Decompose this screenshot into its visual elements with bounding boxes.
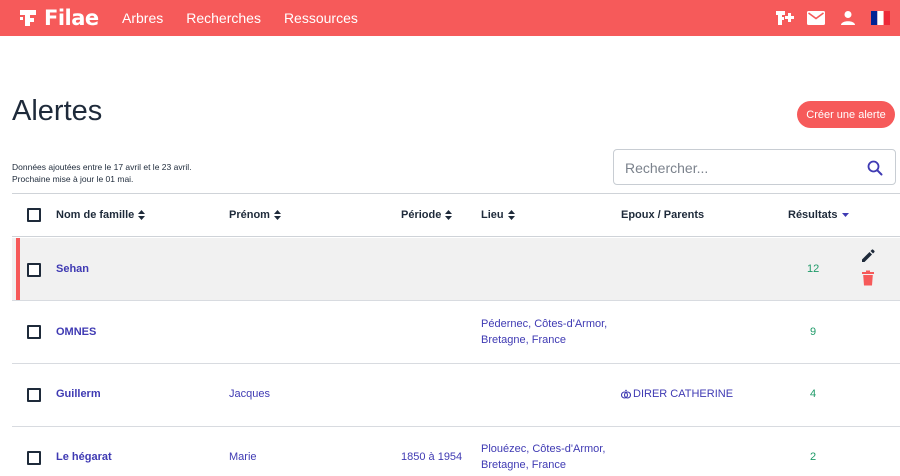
row-checkbox[interactable]	[27, 263, 41, 277]
trash-icon[interactable]	[861, 270, 875, 286]
nav-arbres[interactable]: Arbres	[122, 10, 163, 26]
main-nav: Arbres Recherches Ressources	[122, 0, 381, 36]
table-row[interactable]: Guillerm Jacques DIRER CATHERINE 4	[12, 364, 900, 427]
row-resultats[interactable]: 9	[810, 324, 816, 340]
row-prenom[interactable]: Marie	[229, 449, 257, 465]
row-lieu-line2[interactable]: Bretagne, France	[481, 457, 566, 473]
col-label-epoux: Epoux / Parents	[621, 209, 705, 221]
nav-recherches[interactable]: Recherches	[186, 10, 261, 26]
row-resultats[interactable]: 12	[807, 261, 819, 277]
table-row[interactable]: Le hégarat Marie 1850 à 1954 Plouézec, C…	[12, 427, 900, 476]
sort-icon	[273, 210, 281, 220]
col-label-prenom: Prénom	[229, 209, 270, 221]
row-lieu-line1[interactable]: Plouézec, Côtes-d'Armor,	[481, 441, 605, 457]
row-selected-marker	[16, 238, 20, 300]
add-tree-icon[interactable]	[774, 8, 794, 28]
row-resultats[interactable]: 2	[810, 449, 816, 465]
top-bar: Filae Arbres Recherches Ressources	[0, 0, 900, 36]
filae-logo-icon	[20, 10, 36, 26]
mail-icon[interactable]	[806, 8, 826, 28]
nav-ressources[interactable]: Ressources	[284, 10, 358, 26]
sort-icon	[138, 210, 146, 220]
row-epoux-name: DIRER CATHERINE	[633, 388, 734, 400]
row-checkbox[interactable]	[27, 451, 41, 465]
table-header: Nom de famille Prénom Période Lieu Epoux…	[12, 193, 900, 237]
col-header-epoux: Epoux / Parents	[621, 209, 704, 221]
top-icons	[762, 0, 890, 36]
col-header-periode[interactable]: Période	[401, 209, 453, 221]
col-label-nom: Nom de famille	[56, 209, 135, 221]
row-resultats[interactable]: 4	[810, 386, 816, 402]
search-box	[613, 149, 896, 185]
filae-logo[interactable]: Filae	[18, 5, 99, 31]
table-row[interactable]: OMNES Pédernec, Côtes-d'Armor, Bretagne,…	[12, 301, 900, 364]
update-info: Données ajoutées entre le 17 avril et le…	[12, 161, 192, 185]
row-epoux[interactable]: DIRER CATHERINE	[621, 386, 733, 402]
sort-desc-icon	[841, 213, 849, 217]
row-periode[interactable]: 1850 à 1954	[401, 449, 462, 465]
search-icon[interactable]	[867, 160, 883, 176]
row-checkbox[interactable]	[27, 388, 41, 402]
col-header-nom[interactable]: Nom de famille	[56, 209, 146, 221]
info-line-next-update: Prochaine mise à jour le 01 mai.	[12, 174, 134, 184]
col-label-lieu: Lieu	[481, 209, 504, 221]
create-alert-button[interactable]: Créer une alerte	[797, 101, 895, 128]
row-lieu-line2[interactable]: Bretagne, France	[481, 332, 566, 348]
row-nom[interactable]: Le hégarat	[56, 449, 112, 465]
sort-icon	[507, 210, 515, 220]
row-prenom[interactable]: Jacques	[229, 386, 270, 402]
info-line-added: Données ajoutées entre le 17 avril et le…	[12, 162, 192, 172]
row-lieu-line1[interactable]: Pédernec, Côtes-d'Armor,	[481, 316, 607, 332]
col-header-lieu[interactable]: Lieu	[481, 209, 515, 221]
row-checkbox[interactable]	[27, 325, 41, 339]
select-all-checkbox[interactable]	[27, 208, 41, 222]
table-row[interactable]: Sehan 12	[12, 238, 900, 301]
page-title: Alertes	[12, 95, 103, 127]
row-nom[interactable]: Sehan	[56, 261, 89, 277]
col-label-resultats: Résultats	[788, 209, 838, 221]
search-input[interactable]	[625, 158, 855, 178]
col-header-resultats[interactable]: Résultats	[788, 209, 849, 221]
col-label-periode: Période	[401, 209, 442, 221]
row-nom[interactable]: OMNES	[56, 324, 96, 340]
col-header-prenom[interactable]: Prénom	[229, 209, 281, 221]
edit-icon[interactable]	[860, 248, 876, 264]
sort-icon	[445, 210, 453, 220]
logo-text: Filae	[44, 6, 99, 30]
france-flag-icon[interactable]	[870, 8, 890, 28]
user-icon[interactable]	[838, 8, 858, 28]
row-nom[interactable]: Guillerm	[56, 386, 101, 402]
wedding-rings-icon	[621, 389, 631, 399]
